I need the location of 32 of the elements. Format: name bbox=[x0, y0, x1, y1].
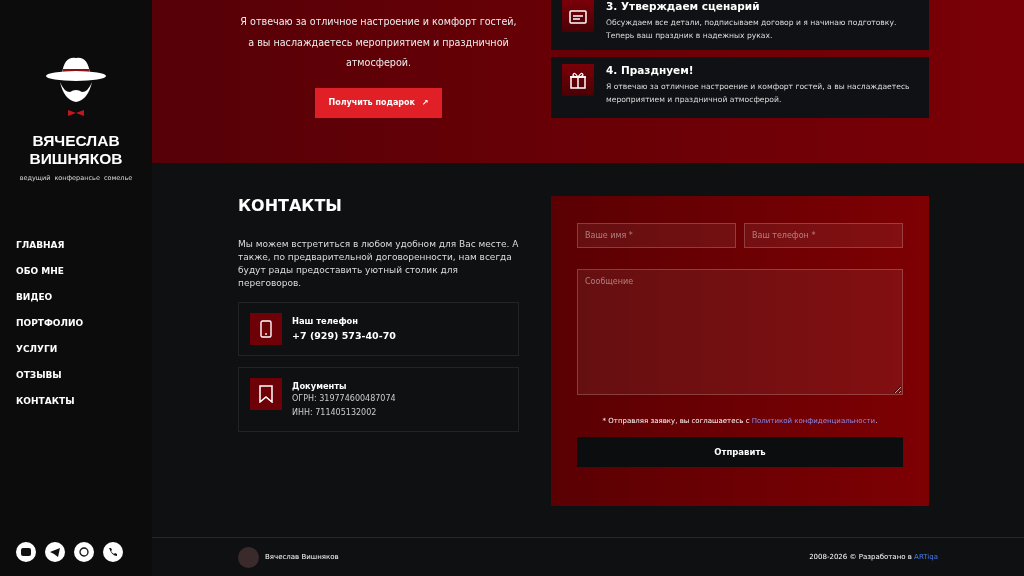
get-gift-button[interactable]: Получить подарок ↗ bbox=[314, 87, 443, 118]
nav-link[interactable]: ОБО МНЕ bbox=[16, 264, 152, 279]
contacts-heading: КОНТАКТЫ bbox=[238, 196, 343, 216]
submit-button[interactable]: Отправить bbox=[577, 437, 903, 467]
whatsapp-button[interactable] bbox=[74, 542, 94, 562]
promo-text: Я отвечаю за отличное настроение и комфорт гостей, а вы наслаждаетесь мероприятием и праздничной атмосферой. bbox=[239, 15, 518, 70]
nav-link[interactable]: КОНТАКТЫ bbox=[16, 394, 152, 409]
avatar bbox=[238, 546, 259, 568]
step-title: 4. Празднуем! bbox=[606, 64, 695, 77]
contact-title: Документы bbox=[292, 380, 348, 392]
vk-button[interactable] bbox=[16, 542, 36, 562]
contact-detail: ОГРН: 319774600487074 bbox=[292, 393, 396, 405]
telegram-button[interactable] bbox=[45, 542, 65, 562]
nav-link[interactable]: ОТЗЫВЫ bbox=[16, 368, 152, 383]
nav-link[interactable]: ГЛАВНАЯ bbox=[16, 238, 152, 253]
paper-plane-icon bbox=[50, 547, 60, 557]
document-icon bbox=[569, 8, 587, 24]
phone-icon bbox=[108, 547, 118, 557]
contact-detail: ИНН: 711405132002 bbox=[292, 407, 378, 419]
gift-icon bbox=[569, 71, 587, 89]
step-title: 3. Утверждаем сценарий bbox=[606, 0, 761, 13]
nav-link[interactable]: УСЛУГИ bbox=[16, 342, 152, 357]
logo-name: ВЯЧЕСЛАВ ВИШНЯКОВ bbox=[29, 132, 123, 168]
nav-link[interactable]: ВИДЕО bbox=[16, 290, 152, 305]
chat-circle-icon bbox=[79, 547, 89, 557]
bookmark-icon bbox=[259, 385, 273, 403]
smartphone-icon bbox=[260, 320, 272, 338]
contact-title: Наш телефон bbox=[292, 315, 360, 327]
nav-link[interactable]: ПОРТФОЛИО bbox=[16, 316, 152, 331]
contacts-intro: Мы можем встретиться в любом удобном для Вас месте. А также, по предварительной договоренности, нам всегда будут рады предоставить уютный столик для переговоров. bbox=[238, 238, 519, 290]
contact-detail: +7 (929) 573-40-70 bbox=[292, 329, 396, 343]
phone-button[interactable] bbox=[103, 542, 123, 562]
